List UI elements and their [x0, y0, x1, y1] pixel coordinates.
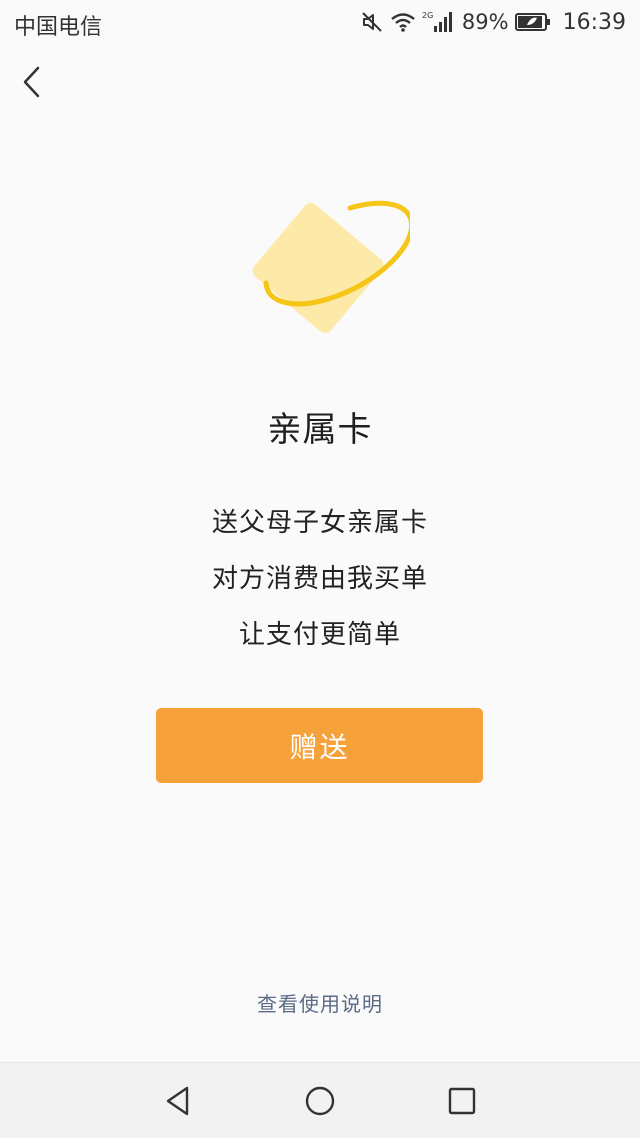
nav-recent-apps-icon[interactable] — [442, 1081, 482, 1121]
battery-percent: 89% — [461, 10, 509, 34]
back-button[interactable] — [14, 62, 54, 102]
navigation-bar — [0, 1062, 640, 1138]
carrier-label: 中国电信 — [14, 15, 103, 40]
gift-button[interactable]: 赠送 — [156, 708, 483, 783]
description-line: 送父母子女亲属卡 — [211, 508, 428, 538]
chevron-left-icon — [23, 66, 40, 98]
nav-home-icon[interactable] — [300, 1081, 340, 1121]
network-type-label: 2G — [422, 11, 433, 20]
help-link[interactable]: 查看使用说明 — [0, 988, 640, 1017]
mute-icon — [362, 12, 382, 32]
status-bar: 中国电信 2G 89% 16:39 — [0, 0, 640, 44]
description-line: 让支付更简单 — [238, 620, 401, 650]
clock: 16:39 — [562, 9, 626, 35]
page-title: 亲属卡 — [267, 410, 373, 450]
signal-icon: 2G — [422, 11, 452, 32]
wifi-icon — [391, 13, 415, 32]
battery-icon — [514, 13, 550, 31]
status-icons: 2G 89% 16:39 — [360, 6, 626, 38]
description-line: 对方消费由我买单 — [211, 564, 428, 594]
family-card-icon — [252, 200, 410, 333]
screen: 中国电信 2G 89% 16:39 亲属卡 送父母子女亲属卡 对方消费由我买单 … — [0, 0, 640, 1138]
nav-back-icon[interactable] — [158, 1081, 198, 1121]
